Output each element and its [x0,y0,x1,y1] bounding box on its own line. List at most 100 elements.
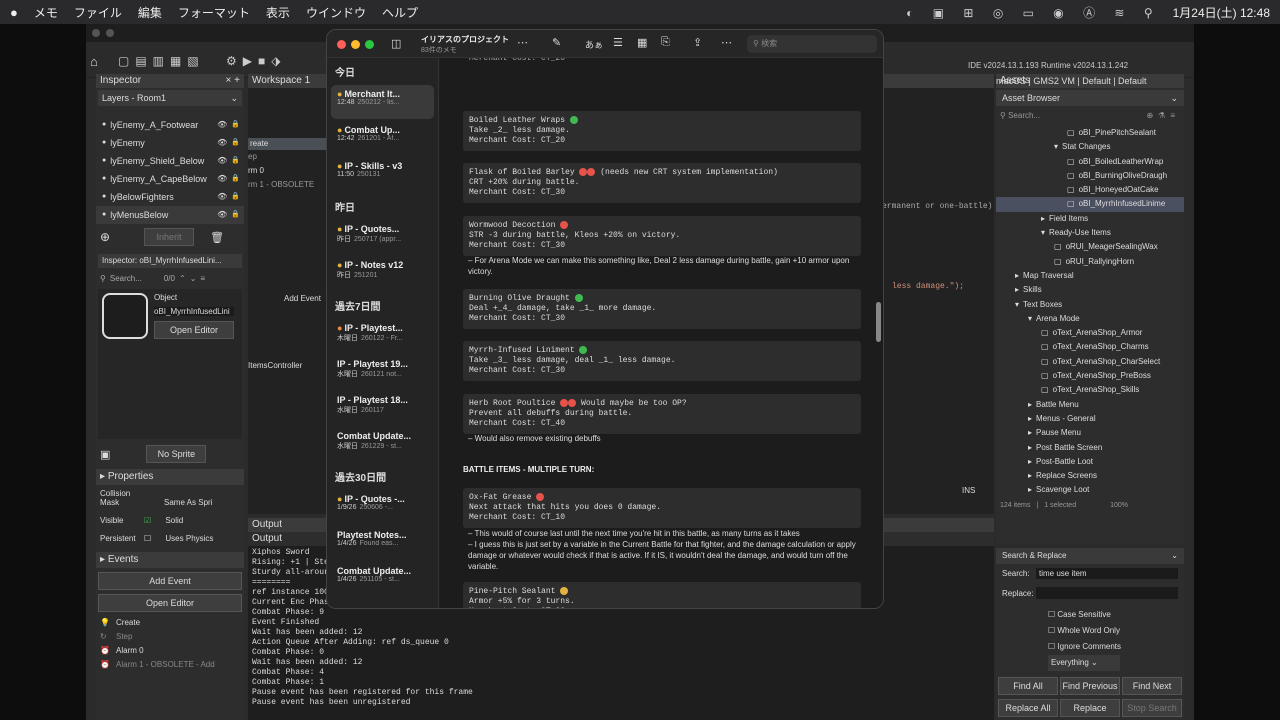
search-field[interactable]: ⚲ 検索 [747,35,877,53]
close-button[interactable] [337,40,346,49]
asset-row[interactable]: ▢ oText_ArenaShop_Charms [996,340,1184,354]
folder-chevron-icon[interactable]: ▸ [1028,471,1032,480]
note-item[interactable]: Combat Update... 水曜日 261229 - st... [331,427,434,461]
asset-tools-icons[interactable]: ⊕⚗≡ [1146,108,1180,124]
add-event-button[interactable]: Add Event [98,572,242,590]
asset-row[interactable]: ▢ oText_ArenaShop_Armor [996,326,1184,340]
item-block[interactable]: Ox-Fat Grease Next attack that hits you … [463,488,861,529]
asset-row[interactable]: ▸ Replace Screens [996,469,1184,483]
apple-icon[interactable]: ● [10,5,18,20]
lock-icon[interactable]: 🔒 [231,152,240,170]
asset-row[interactable]: ▢ oBI_BoiledLeatherWrap [996,155,1184,169]
open-editor-button[interactable]: Open Editor [154,321,234,339]
asset-row[interactable]: ▸ Post Battle Screen [996,441,1184,455]
layer-row[interactable]: ● lyEnemy_A_CapeBelow 👁 🔒 [96,170,244,188]
find-previous-button[interactable]: Find Previous [1060,677,1120,695]
eye-icon[interactable]: 👁 [217,134,227,152]
menu-item-1[interactable]: ファイル [74,4,122,21]
events-header[interactable]: ▸ Events [96,552,244,568]
search-field[interactable]: time use item [1036,568,1178,579]
sidebar-toggle-icon[interactable]: ◫ [391,37,401,50]
note-item[interactable]: ● IP - Playtest... 木曜日 260122 - Fr... [331,319,434,353]
asset-row[interactable]: ▢ oBI_BurningOliveDraugh [996,169,1184,183]
item-block[interactable]: Pine-Pitch Sealant Armor +5% for 3 turns… [463,582,861,608]
eye-icon[interactable]: 👁 [217,152,227,170]
same-as-sprite-select[interactable]: Same As Spri [164,498,212,507]
folder-chevron-icon[interactable]: ▾ [1015,300,1019,309]
folder-chevron-icon[interactable]: ▸ [1015,285,1019,294]
asset-row[interactable]: ▸ Pause Menu [996,426,1184,440]
lock-icon[interactable]: 🔒 [231,206,240,224]
toolbar-run-icons[interactable]: ⚙▶■⬗ [226,54,286,68]
inspector-tab[interactable]: Inspector × + [96,74,244,88]
workspace-step-event[interactable]: ep [248,152,257,161]
menu-item-5[interactable]: ウインドウ [306,4,366,21]
asset-row[interactable]: ▢ oBI_PinePitchSealant [996,126,1184,140]
asset-browser-header[interactable]: Asset Browser ⌄ [996,90,1184,106]
asset-row[interactable]: ▸ Skills [996,283,1184,297]
asset-row[interactable]: ▸ Menus - General [996,412,1184,426]
folder-chevron-icon[interactable]: ▸ [1028,457,1032,466]
prev-icon[interactable]: ⌃ [179,274,186,283]
minimize-button[interactable] [351,40,360,49]
inspector2-header[interactable]: Inspector: oBI_MyrrhInfusedLini... [98,254,242,268]
folder-chevron-icon[interactable]: ▸ [1028,485,1032,494]
layer-row[interactable]: ● lyEnemy 👁 🔒 [96,134,244,152]
menu-icon[interactable]: ≡ [200,274,205,283]
eye-icon[interactable]: 👁 [217,170,227,188]
item-block[interactable]: Boiled Leather Wraps Take _2_ less damag… [463,111,861,152]
menu-item-0[interactable]: メモ [34,4,58,21]
event-row[interactable]: ⏰ Alarm 1 - OBSOLETE - Add [100,658,240,672]
add-layer-icon[interactable]: ⊕ [100,230,110,244]
folder-chevron-icon[interactable]: ▾ [1041,228,1045,237]
lock-icon[interactable]: 🔒 [231,170,240,188]
object-name-field[interactable]: oBI_MyrrhInfusedLini [154,307,234,316]
share-icon[interactable]: ⇪ [693,36,702,49]
menubar-clock[interactable]: 1月24日(土) 12:48 [1173,4,1270,21]
asset-row[interactable]: ▢ oText_ArenaShop_CharSelect [996,355,1184,369]
eye-icon[interactable]: 👁 [217,188,227,206]
asset-row[interactable]: ▾ Arena Mode [996,312,1184,326]
more-icon[interactable]: ⋯ [517,36,528,49]
note-item[interactable]: Combat Update... 1/4/26 251105 - st... [331,562,434,596]
case-sensitive-option[interactable]: ☐ Case Sensitive [1048,607,1184,623]
replace-field[interactable] [1036,587,1178,599]
item-block[interactable]: Myrrh-Infused Liniment Take _3_ less dam… [463,341,861,382]
workspace-alarm1-event[interactable]: rm 1 - OBSOLETE [248,180,314,189]
menu-item-4[interactable]: 表示 [266,4,290,21]
next-icon[interactable]: ⌄ [190,274,197,283]
asset-row[interactable]: ▸ Post-Battle Loot [996,455,1184,469]
layer-row[interactable]: ● lyEnemy_A_Footwear 👁 🔒 [96,116,244,134]
asset-row[interactable]: ▸ Scavenge Loot [996,483,1184,497]
note-item[interactable]: IP - Playtest 19... 水曜日 260121 not... [331,355,434,389]
compose-icon[interactable]: ✎ [552,36,561,49]
layer-row[interactable]: ● lyBelowFighters 👁 🔒 [96,188,244,206]
checklist-icon[interactable]: ☰ [613,36,623,49]
table-icon[interactable]: ▦ [637,36,647,49]
layer-row[interactable]: ● lyMenusBelow 👁 🔒 [96,206,244,224]
zoom-button[interactable] [365,40,374,49]
asset-row[interactable]: ▢ oRUI_MeagerSealingWax [996,240,1184,254]
note-item[interactable]: ● IP - Quotes -... 1/9/26 250606 -... [331,490,434,524]
inherit-button[interactable]: Inherit [144,228,195,246]
scrollbar-thumb[interactable] [876,302,881,342]
attachment-icon[interactable]: ⎘ [661,36,670,49]
folder-chevron-icon[interactable]: ▸ [1041,214,1045,223]
asset-row[interactable]: ▢ oText_ArenaShop_Skills [996,383,1184,397]
workspace-add-event[interactable]: Add Event [284,294,321,303]
note-item[interactable]: IP - Playtest 18... 水曜日 260117 [331,391,434,425]
asset-row[interactable]: ▸ Map Traversal [996,269,1184,283]
persistent-checkbox[interactable]: ☐ [144,534,151,543]
folder-chevron-icon[interactable]: ▸ [1028,400,1032,409]
note-editor[interactable]: Merchant Cost: CT_20 Boiled Leather Wraps… [440,58,883,608]
asset-row[interactable]: ▾ Ready-Use Items [996,226,1184,240]
asset-row[interactable]: ▸ Field Items [996,212,1184,226]
ignore-comments-option[interactable]: ☐ Ignore Comments [1048,639,1184,655]
lock-icon[interactable]: 🔒 [231,134,240,152]
menu-item-3[interactable]: フォーマット [178,4,250,21]
properties-header[interactable]: ▸ Properties [96,469,244,485]
search-replace-header[interactable]: Search & Replace ⌄ [996,548,1184,564]
format-button[interactable]: あぁ [585,38,603,51]
folder-chevron-icon[interactable]: ▸ [1028,443,1032,452]
workspace-items-controller[interactable]: ItemsController [248,361,302,370]
